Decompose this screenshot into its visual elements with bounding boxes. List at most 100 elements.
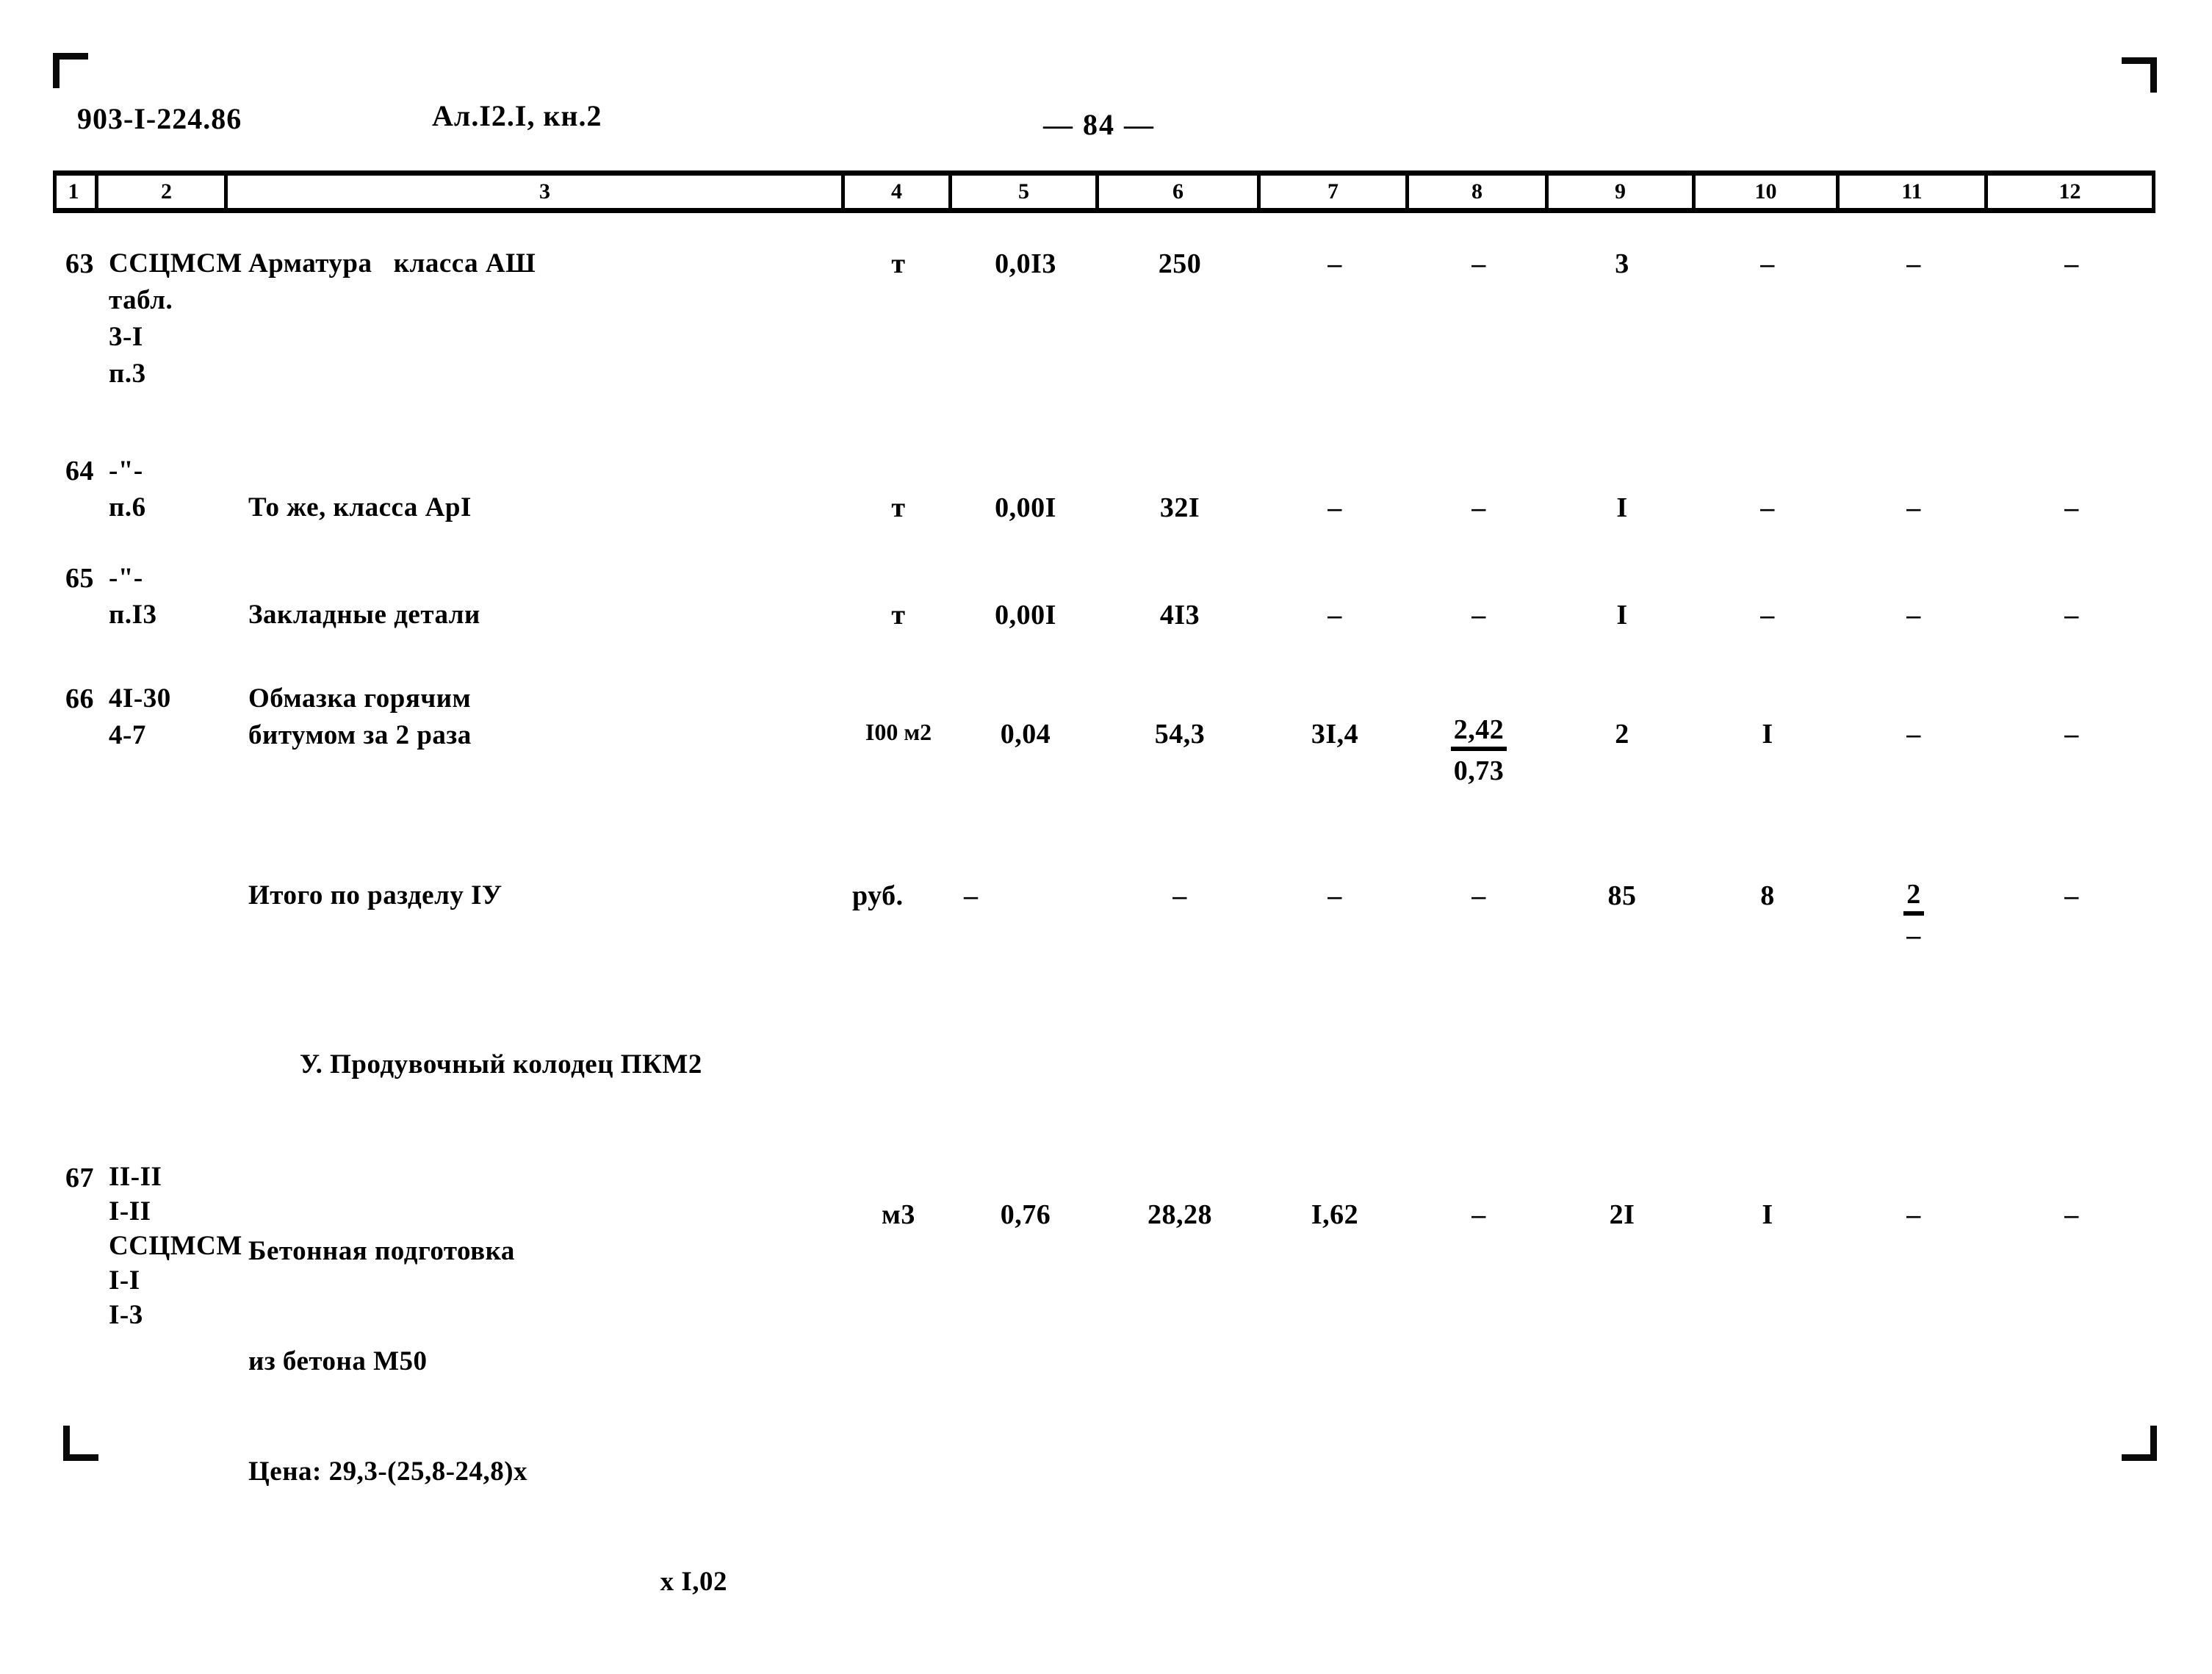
total-row-col9: 85 (1607, 880, 1637, 911)
row-number: 63 (65, 248, 94, 279)
row-col12: – (2064, 719, 2079, 750)
row-code: ССЦМСМ табл. 3-I п.3 (109, 248, 242, 389)
row-number: 66 (65, 683, 94, 714)
row-col9: I (1616, 600, 1628, 631)
row-col10: – (1760, 600, 1775, 631)
column-number-1: 1 (53, 176, 98, 208)
total-row-col12: – (2064, 880, 2079, 911)
row-col8: – (1471, 600, 1486, 631)
row-col10: – (1760, 248, 1775, 279)
row-col7: – (1327, 248, 1342, 279)
table-row: 63 ССЦМСМ табл. 3-I п.3 Арматура класса … (53, 245, 2155, 392)
table-row: 67 II-II I-II ССЦМСМ I-I I-3 Бетонная по… (53, 1160, 2155, 1674)
table-total-row: Итого по разделу IУ руб. – – – – 85 8 2 … (53, 877, 2155, 954)
row-col6: 4I3 (1159, 600, 1200, 631)
row-col5: 0,0I3 (995, 248, 1056, 279)
row-name: Бетонная подготовка из бетона М50 Цена: … (228, 1160, 845, 1674)
row-name-line-2: из бетона М50 (248, 1346, 428, 1376)
row-col12: – (2064, 600, 2079, 631)
total-row-col6: – (1172, 880, 1187, 911)
fraction-value: 2 – (1903, 877, 1924, 952)
fraction-numerator: 2,42 (1450, 713, 1507, 751)
row-col11: – (1906, 1199, 1921, 1230)
fraction-numerator: 2 (1903, 877, 1924, 916)
row-col9: 2I (1609, 1199, 1635, 1230)
fraction-denominator: 0,73 (1453, 755, 1505, 786)
total-row-unit: руб. (852, 880, 904, 911)
row-number: 67 (65, 1163, 94, 1193)
row-unit: т (891, 492, 906, 523)
total-row-code (98, 877, 228, 954)
page-number: — 84 — (1043, 108, 1155, 141)
spacer-col1 (53, 1046, 98, 1083)
row-unit: т (891, 600, 906, 631)
column-number-3: 3 (228, 176, 845, 208)
row-col11: – (1906, 492, 1921, 523)
row-col7: – (1327, 600, 1342, 631)
column-number-8: 8 (1409, 176, 1549, 208)
row-col8: – (1471, 248, 1486, 279)
total-row-name: Итого по разделу IУ (248, 880, 502, 910)
total-row-col11: 2 – (1840, 877, 1988, 954)
row-name-line-1: Бетонная подготовка (248, 1236, 515, 1266)
section-title: У. Продувочный колодец ПКМ2 (300, 1049, 702, 1080)
row-number: 64 (65, 456, 94, 486)
row-name: Закладные детали (248, 600, 480, 630)
row-col8: – (1471, 492, 1486, 523)
row-unit: м3 (882, 1199, 915, 1230)
column-number-2: 2 (98, 176, 228, 208)
row-col5: 0,04 (1000, 719, 1051, 750)
column-number-5: 5 (952, 176, 1099, 208)
column-number-12: 12 (1988, 176, 2155, 208)
total-row-col7: – (1327, 880, 1342, 911)
row-col8: – (1471, 1199, 1486, 1230)
fraction-denominator: – (1906, 920, 1921, 951)
row-col11: – (1906, 719, 1921, 750)
row-col7: I,62 (1311, 1199, 1359, 1230)
section-title-row: У. Продувочный колодец ПКМ2 (53, 1046, 2155, 1083)
row-col6: 32I (1159, 492, 1200, 523)
row-col5: 0,00I (995, 492, 1056, 523)
row-code: II-II I-II ССЦМСМ I-I I-3 (109, 1162, 242, 1330)
column-number-7: 7 (1261, 176, 1409, 208)
column-number-11: 11 (1840, 176, 1988, 208)
total-row-col8: – (1471, 880, 1486, 911)
table-row: 64 -"- п.6 То же, класса АрI т 0,00I 32I… (53, 453, 2155, 526)
row-col6: 250 (1158, 248, 1202, 279)
column-number-10: 10 (1696, 176, 1840, 208)
table-body: 63 ССЦМСМ табл. 3-I п.3 Арматура класса … (53, 220, 2155, 1674)
row-col11: – (1906, 248, 1921, 279)
table-column-header: 1 2 3 4 5 6 7 8 9 10 11 12 (53, 170, 2155, 213)
row-col7: – (1327, 492, 1342, 523)
row-unit: т (891, 248, 906, 279)
row-col5: 0,00I (995, 600, 1056, 631)
total-row-number (53, 877, 98, 954)
spacer-col2 (98, 1046, 228, 1083)
column-number-9: 9 (1549, 176, 1696, 208)
row-col11: – (1906, 600, 1921, 631)
column-number-6: 6 (1099, 176, 1261, 208)
row-code: -"- п.I3 (109, 563, 157, 630)
row-col10: – (1760, 492, 1775, 523)
row-code: -"- п.6 (109, 456, 146, 522)
row-col6: 28,28 (1148, 1199, 1212, 1230)
row-name-lines: Бетонная подготовка из бетона М50 Цена: … (248, 1160, 845, 1674)
crop-mark-top-left (53, 53, 88, 88)
row-name: То же, класса АрI (248, 492, 472, 522)
column-number-4: 4 (845, 176, 952, 208)
row-code: 4I-30 4-7 (109, 683, 171, 750)
row-name: Арматура класса АШ (248, 248, 536, 279)
total-row-col10: 8 (1760, 880, 1775, 911)
album-reference: Ал.I2.I, кн.2 (432, 99, 602, 132)
row-col12: – (2064, 492, 2079, 523)
row-col5: 0,76 (1000, 1199, 1051, 1230)
row-col9: 3 (1615, 248, 1629, 279)
row-name-line-3: Цена: 29,3-(25,8-24,8)х (248, 1456, 528, 1487)
row-col7: 3I,4 (1311, 719, 1359, 750)
row-name: Обмазка горячим битумом за 2 раза (248, 683, 472, 750)
row-col12: – (2064, 1199, 2079, 1230)
row-col10: I (1762, 719, 1773, 750)
document-code: 903-I-224.86 (77, 102, 242, 135)
row-name-line-4: х I,02 (660, 1567, 727, 1597)
total-row-col5: – (964, 880, 979, 911)
